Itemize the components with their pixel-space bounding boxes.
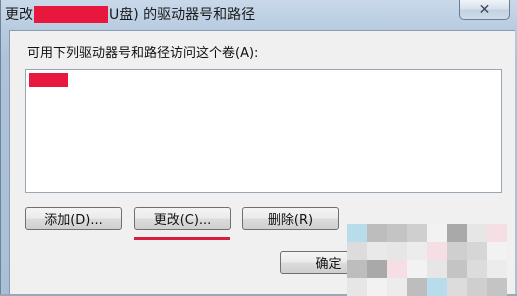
title-prefix: 更改 [5,7,33,23]
mosaic-tile [427,278,447,296]
mosaic-tile [427,224,447,242]
title-bar: 更改 U盘) 的驱动器号和路径 ✕ [1,0,517,30]
drive-path-listbox[interactable] [25,69,502,193]
close-icon: ✕ [478,1,491,18]
mosaic-tile [427,260,447,278]
mosaic-tile [447,260,467,278]
watermark-mosaic [347,224,507,296]
close-button[interactable]: ✕ [459,0,510,20]
mosaic-tile [407,224,427,242]
mosaic-tile [347,242,367,260]
change-button[interactable]: 更改(C)... [134,207,231,230]
mosaic-tile [387,242,407,260]
mosaic-tile [487,224,507,242]
mosaic-tile [347,224,367,242]
mosaic-tile [387,224,407,242]
mosaic-tile [387,278,407,296]
mosaic-tile [467,278,487,296]
mosaic-tile [487,278,507,296]
mosaic-tile [467,242,487,260]
remove-button[interactable]: 删除(R) [242,207,339,230]
mosaic-tile [447,242,467,260]
mosaic-tile [427,242,447,260]
redacted-list-item[interactable] [29,73,68,87]
highlight-underline [134,237,230,240]
mosaic-tile [347,260,367,278]
mosaic-tile [467,224,487,242]
mosaic-tile [447,278,467,296]
mosaic-tile [367,242,387,260]
dialog-window: 更改 U盘) 的驱动器号和路径 ✕ 可用下列驱动器号和路径访问这个卷(A): 添… [0,0,517,296]
mosaic-tile [367,260,387,278]
mosaic-tile [407,278,427,296]
mosaic-tile [367,224,387,242]
instruction-label: 可用下列驱动器号和路径访问这个卷(A): [27,46,259,61]
mosaic-tile [367,278,387,296]
mosaic-tile [347,278,367,296]
mosaic-tile [387,260,407,278]
mosaic-tile [487,242,507,260]
title-suffix: U盘) 的驱动器号和路径 [109,7,256,23]
add-button[interactable]: 添加(D)... [25,207,122,230]
mosaic-tile [447,224,467,242]
mosaic-tile [467,260,487,278]
mosaic-tile [487,260,507,278]
redacted-volume-name [34,5,108,23]
window-title: 更改 U盘) 的驱动器号和路径 [5,4,255,24]
mosaic-tile [407,260,427,278]
mosaic-tile [407,242,427,260]
